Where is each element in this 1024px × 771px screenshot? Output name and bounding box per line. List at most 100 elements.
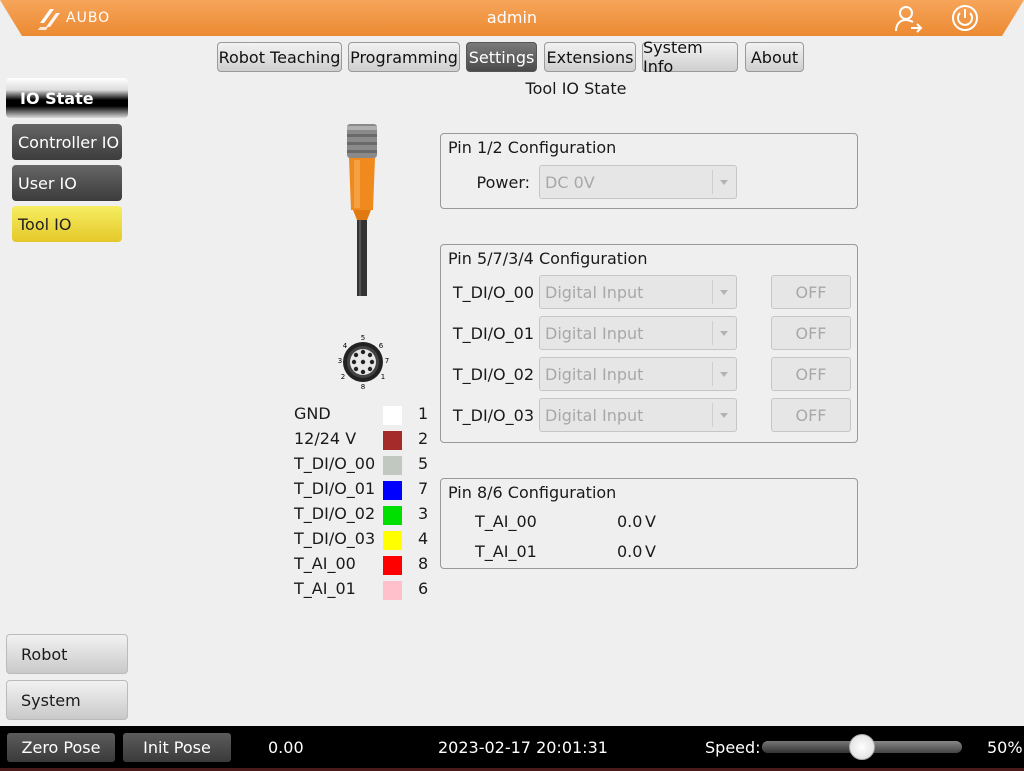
chevron-down-icon — [712, 362, 734, 386]
sidebar-system-button[interactable]: System — [6, 680, 128, 720]
pin-label: 5 — [361, 334, 365, 342]
pin-color-swatch — [383, 456, 402, 475]
pin86-config-group: Pin 8/6 Configuration T_AI_00 0.0 V T_AI_01… — [440, 478, 858, 569]
pin-label: 3 — [338, 357, 342, 365]
pin5734-config-group: Pin 5/7/3/4 Configuration T_DI/O_00 Digit… — [440, 244, 858, 443]
dio-label: T_DI/O_02 — [452, 365, 534, 384]
datetime: 2023-02-17 20:01:31 — [438, 738, 608, 757]
page-title: Tool IO State — [525, 79, 627, 98]
tab-robot-teaching[interactable]: Robot Teaching — [217, 42, 342, 72]
pin-label: 1 — [381, 373, 385, 381]
bottom-status-bar: Zero Pose Init Pose 0.00 2023-02-17 20:0… — [0, 726, 1024, 771]
pin-legend-name: T_DI/O_01 — [294, 479, 376, 498]
chevron-down-icon — [712, 170, 734, 194]
pin-legend-row: T_DI/O_02 3 — [294, 504, 434, 526]
pin-color-swatch — [383, 531, 402, 550]
sidebar-item-user-io[interactable]: User IO — [12, 165, 122, 201]
dio-mode-select[interactable]: Digital Input — [539, 398, 737, 432]
pin-color-swatch — [383, 506, 402, 525]
pin-legend-number: 5 — [418, 454, 429, 473]
dio-mode-value: Digital Input — [545, 405, 644, 425]
ai-label: T_AI_01 — [475, 542, 537, 561]
dio-mode-value: Digital Input — [545, 282, 644, 302]
power-icon[interactable] — [950, 3, 980, 33]
tool-cable-image — [347, 124, 377, 296]
ai-unit: V — [645, 542, 656, 561]
pin-label: 2 — [341, 373, 345, 381]
ai-label: T_AI_00 — [475, 512, 537, 531]
pin-label: 8 — [361, 383, 365, 391]
user-name: admin — [486, 8, 538, 27]
pin-color-swatch — [383, 431, 402, 450]
dio-state-button[interactable]: OFF — [771, 275, 851, 309]
pin-label: 6 — [379, 342, 384, 350]
pin-color-swatch — [383, 581, 402, 600]
sidebar-item-controller-io[interactable]: Controller IO — [12, 124, 122, 160]
user-logout-icon[interactable] — [893, 3, 923, 33]
dio-mode-select[interactable]: Digital Input — [539, 357, 737, 391]
tab-system-info[interactable]: System Info — [642, 38, 738, 76]
pin-legend-name: T_DI/O_02 — [294, 504, 376, 523]
speed-value: 50% — [987, 738, 1023, 757]
pin-legend-row: GND 1 — [294, 404, 434, 426]
pin-legend-row: T_DI/O_01 7 — [294, 479, 434, 501]
dio-label: T_DI/O_01 — [452, 324, 534, 343]
sidebar-header-io-state[interactable]: IO State — [6, 78, 128, 118]
pin-legend-row: T_AI_01 6 — [294, 579, 434, 601]
pin-color-swatch — [383, 556, 402, 575]
dio-mode-select[interactable]: Digital Input — [539, 316, 737, 350]
sidebar-item-tool-io[interactable]: Tool IO — [12, 206, 122, 242]
pin-legend-name: 12/24 V — [294, 429, 357, 448]
pin-legend-row: 12/24 V 2 — [294, 429, 434, 451]
ai-unit: V — [645, 512, 656, 531]
pin-legend-name: T_AI_00 — [294, 554, 356, 573]
pin-legend-number: 1 — [418, 404, 429, 423]
pin12-title: Pin 1/2 Configuration — [448, 138, 617, 157]
power-label: Power: — [476, 173, 530, 192]
dio-state-button[interactable]: OFF — [771, 316, 851, 350]
pin-legend-number: 6 — [418, 579, 429, 598]
tab-settings[interactable]: Settings — [466, 42, 537, 72]
pin-legend-name: T_DI/O_03 — [294, 529, 376, 548]
pin-legend-name: T_DI/O_00 — [294, 454, 376, 473]
pin-legend-number: 7 — [418, 479, 429, 498]
pin-legend-number: 4 — [418, 529, 429, 548]
dio-state-button[interactable]: OFF — [771, 398, 851, 432]
ai-value: 0.0 — [617, 512, 643, 531]
pin-legend-name: T_AI_01 — [294, 579, 356, 598]
status-value: 0.00 — [268, 738, 304, 757]
tab-extensions[interactable]: Extensions — [544, 42, 636, 72]
dio-mode-value: Digital Input — [545, 364, 644, 384]
pin-label: 7 — [385, 357, 389, 365]
pin-legend-row: T_DI/O_00 5 — [294, 454, 434, 476]
dio-mode-value: Digital Input — [545, 323, 644, 343]
pin-legend-number: 2 — [418, 429, 429, 448]
chevron-down-icon — [712, 321, 734, 345]
zero-pose-button[interactable]: Zero Pose — [7, 733, 115, 762]
header-bar: AUBO admin — [0, 0, 1024, 36]
chevron-down-icon — [712, 403, 734, 427]
dio-state-button[interactable]: OFF — [771, 357, 851, 391]
pin-legend-row: T_DI/O_03 4 — [294, 529, 434, 551]
speed-slider-handle[interactable] — [849, 734, 875, 760]
power-select-value: DC 0V — [545, 172, 595, 192]
pin-legend-number: 3 — [418, 504, 429, 523]
tab-about[interactable]: About — [745, 42, 804, 72]
pin-legend-row: T_AI_00 8 — [294, 554, 434, 576]
init-pose-button[interactable]: Init Pose — [123, 733, 231, 762]
dio-label: T_DI/O_03 — [452, 406, 534, 425]
pin-legend-name: GND — [294, 404, 331, 423]
power-select[interactable]: DC 0V — [539, 165, 737, 199]
chevron-down-icon — [712, 280, 734, 304]
dio-label: T_DI/O_00 — [452, 283, 534, 302]
speed-slider-fill — [762, 741, 862, 753]
pin12-config-group: Pin 1/2 Configuration Power: DC 0V — [440, 133, 858, 209]
ai-value: 0.0 — [617, 542, 643, 561]
sidebar-robot-button[interactable]: Robot — [6, 634, 128, 674]
connector-pinout-diagram: 5 4 6 3 7 2 1 8 — [338, 334, 389, 391]
pin-label: 4 — [343, 342, 348, 350]
tab-programming[interactable]: Programming — [348, 42, 460, 72]
pin-color-swatch — [383, 481, 402, 500]
pin5734-title: Pin 5/7/3/4 Configuration — [448, 249, 648, 268]
dio-mode-select[interactable]: Digital Input — [539, 275, 737, 309]
